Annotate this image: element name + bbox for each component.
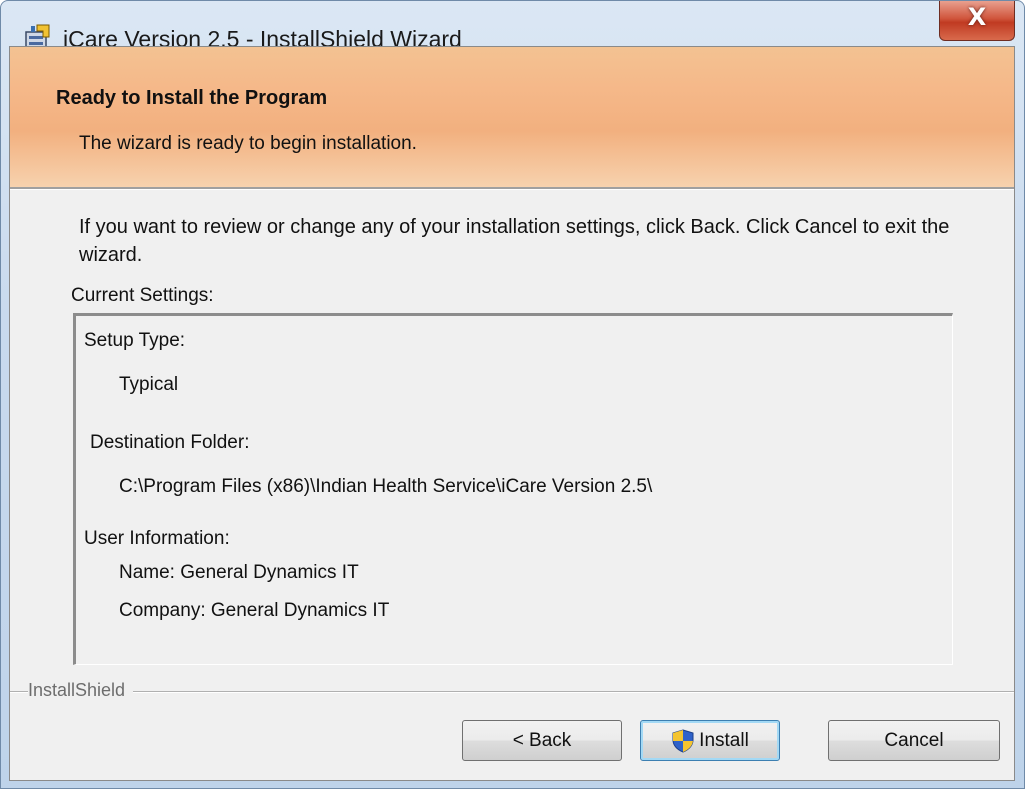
intro-text: If you want to review or change any of y… <box>79 216 950 266</box>
banner-divider <box>10 187 1014 190</box>
back-button-label: < Back <box>512 729 572 751</box>
install-button-label: Install <box>699 729 749 751</box>
installshield-brand: InstallShield <box>28 680 134 701</box>
setup-type-value: Typical <box>119 374 179 395</box>
header-banner: Ready to Install the Program The wizard … <box>10 47 1014 187</box>
user-company-value: Company: General Dynamics IT <box>119 600 390 621</box>
footer-divider-highlight <box>10 692 1014 693</box>
current-settings-label: Current Settings: <box>71 285 214 306</box>
uac-shield-icon <box>672 728 694 753</box>
back-button[interactable]: < Back <box>462 720 622 761</box>
install-button[interactable]: Install <box>640 720 780 761</box>
cancel-button[interactable]: Cancel <box>828 720 1000 761</box>
cancel-button-label: Cancel <box>884 729 944 751</box>
banner-title: Ready to Install the Program <box>56 87 328 109</box>
destination-folder-label: Destination Folder: <box>90 432 250 453</box>
destination-folder-value: C:\Program Files (x86)\Indian Health Ser… <box>119 476 653 497</box>
close-icon: X <box>967 3 987 31</box>
user-information-label: User Information: <box>84 528 230 549</box>
installer-window: iCare Version 2.5 - InstallShield Wizard… <box>0 0 1025 789</box>
banner-subtitle: The wizard is ready to begin installatio… <box>79 133 417 154</box>
close-button[interactable]: X <box>939 1 1015 41</box>
current-settings-box[interactable]: Setup Type: Typical Destination Folder: … <box>73 313 953 665</box>
wizard-client-area: Ready to Install the Program The wizard … <box>9 46 1015 781</box>
setup-type-label: Setup Type: <box>84 330 186 351</box>
user-name-value: Name: General Dynamics IT <box>119 562 359 583</box>
